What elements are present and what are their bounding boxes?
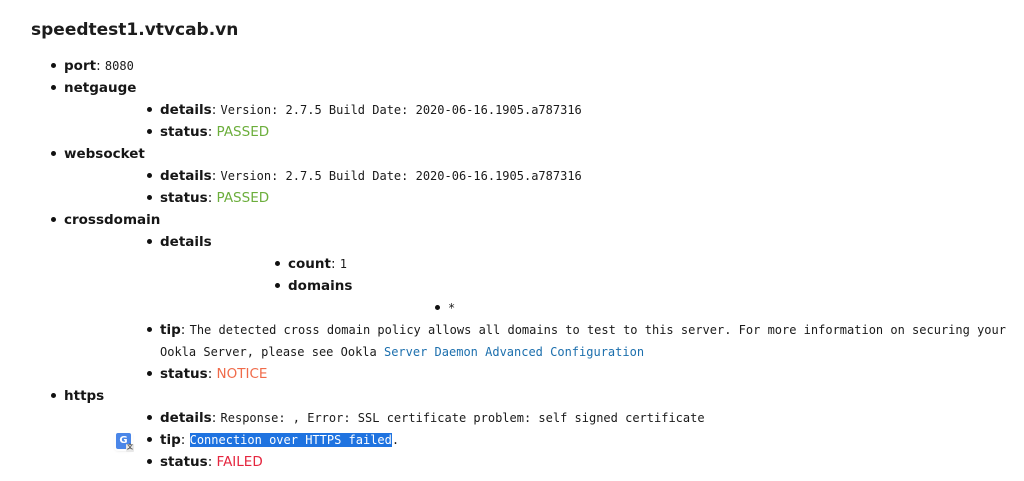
crossdomain-tip-key: tip	[160, 322, 181, 338]
netgauge-status-key: status	[160, 124, 208, 140]
websocket-status-item: status: PASSED	[64, 187, 1000, 209]
https-status-badge: FAILED	[216, 454, 263, 470]
crossdomain-domain-entry: *	[288, 297, 1000, 319]
port-key: port	[64, 58, 97, 74]
crossdomain-domains-key: domains	[288, 278, 353, 294]
server-daemon-config-link[interactable]: Server Daemon Advanced Configuration	[384, 345, 644, 359]
crossdomain-domains-list: *	[288, 297, 1000, 319]
https-tip-selected-text[interactable]: Connection over HTTPS failed	[189, 433, 392, 447]
crossdomain-tip-item: tip: The detected cross domain policy al…	[64, 319, 1010, 363]
websocket-status-key: status	[160, 190, 208, 206]
websocket-key: websocket	[64, 146, 145, 162]
crossdomain-details-list: count: 1 domains *	[160, 253, 1000, 319]
https-list: details: Response: , Error: SSL certific…	[64, 407, 1000, 473]
https-details-key: details	[160, 410, 212, 426]
https-details-value: Response: , Error: SSL certificate probl…	[220, 411, 705, 425]
https-tip-key: tip	[160, 432, 181, 448]
websocket-status-badge: PASSED	[216, 190, 270, 206]
netgauge-status-item: status: PASSED	[64, 121, 1000, 143]
netgauge-key: netgauge	[64, 80, 137, 96]
netgauge-details-item: details: Version: 2.7.5 Build Date: 2020…	[64, 99, 1000, 121]
netgauge-list: details: Version: 2.7.5 Build Date: 2020…	[64, 99, 1000, 143]
list-item-netgauge: netgauge details: Version: 2.7.5 Build D…	[0, 77, 1000, 143]
crossdomain-status-item: status: NOTICE	[64, 363, 1000, 385]
websocket-details-value: Version: 2.7.5 Build Date: 2020-06-16.19…	[220, 169, 582, 183]
https-key: https	[64, 388, 105, 404]
crossdomain-status-key: status	[160, 366, 208, 382]
websocket-list: details: Version: 2.7.5 Build Date: 2020…	[64, 165, 1000, 209]
crossdomain-list: details count: 1 domains * tip: The dete…	[64, 231, 1006, 385]
crossdomain-details-item: details count: 1 domains *	[64, 231, 1000, 319]
translate-sub-icon: 文	[126, 444, 134, 452]
netgauge-status-badge: PASSED	[216, 124, 270, 140]
list-item-https: https details: Response: , Error: SSL ce…	[0, 385, 1000, 473]
google-translate-icon[interactable]: G文	[116, 433, 134, 452]
crossdomain-domain-value: *	[448, 301, 456, 315]
list-item-websocket: websocket details: Version: 2.7.5 Build …	[0, 143, 1000, 209]
crossdomain-details-key: details	[160, 234, 212, 250]
crossdomain-count-key: count	[288, 256, 331, 272]
https-status-key: status	[160, 454, 208, 470]
page-title: speedtest1.vtvcab.vn	[31, 20, 239, 40]
https-details-item: details: Response: , Error: SSL certific…	[64, 407, 1000, 429]
server-report-tree: port: 8080 netgauge details: Version: 2.…	[0, 55, 1006, 473]
netgauge-details-key: details	[160, 102, 212, 118]
list-item-port: port: 8080	[0, 55, 1000, 77]
port-value: 8080	[104, 59, 134, 73]
https-status-item: status: FAILED	[64, 451, 1000, 473]
websocket-details-item: details: Version: 2.7.5 Build Date: 2020…	[64, 165, 1000, 187]
list-item-crossdomain: crossdomain details count: 1 domains * t…	[0, 209, 1006, 385]
crossdomain-count-value: 1	[339, 257, 348, 271]
https-tip-trailing: .	[391, 433, 400, 447]
crossdomain-status-badge: NOTICE	[216, 366, 268, 382]
https-tip-item: tip: Connection over HTTPS failed.	[64, 429, 1000, 451]
crossdomain-domains-item: domains *	[160, 275, 1000, 319]
top-level-list: port: 8080 netgauge details: Version: 2.…	[0, 55, 1006, 473]
crossdomain-count-item: count: 1	[160, 253, 1000, 275]
crossdomain-key: crossdomain	[64, 212, 161, 228]
netgauge-details-value: Version: 2.7.5 Build Date: 2020-06-16.19…	[220, 103, 582, 117]
websocket-details-key: details	[160, 168, 212, 184]
